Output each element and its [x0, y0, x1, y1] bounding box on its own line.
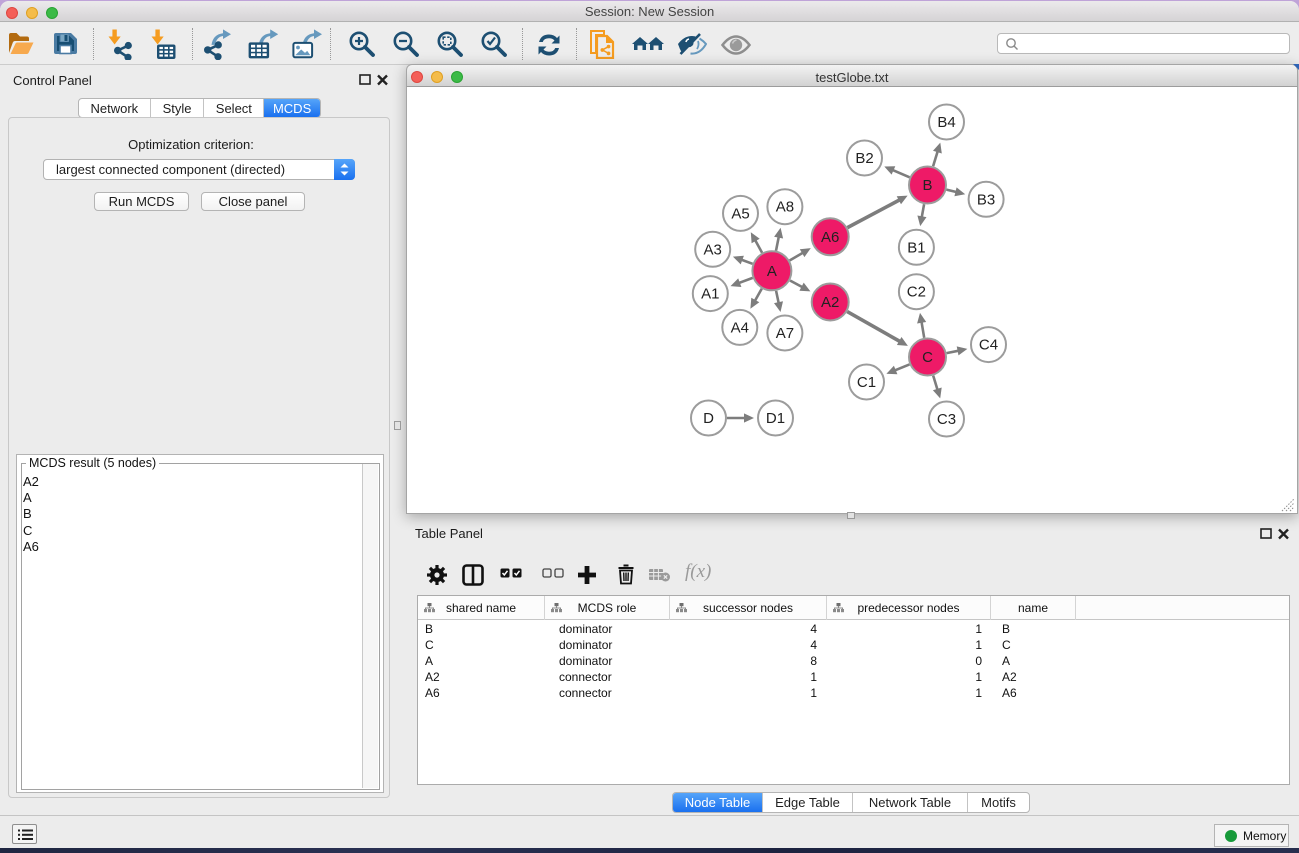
- svg-text:A4: A4: [731, 319, 749, 336]
- svg-text:C3: C3: [937, 411, 956, 428]
- svg-text:B3: B3: [977, 191, 995, 208]
- svg-text:B: B: [922, 177, 932, 194]
- svg-text:C: C: [922, 349, 933, 366]
- svg-text:B1: B1: [907, 239, 925, 256]
- svg-text:A8: A8: [776, 199, 794, 216]
- svg-text:D: D: [703, 410, 714, 427]
- svg-text:A2: A2: [821, 294, 839, 311]
- svg-text:D1: D1: [766, 410, 785, 427]
- svg-text:A: A: [767, 263, 777, 280]
- svg-text:A6: A6: [821, 229, 839, 246]
- svg-text:A5: A5: [731, 205, 749, 222]
- svg-text:C2: C2: [907, 284, 926, 301]
- svg-text:A1: A1: [701, 286, 719, 303]
- svg-text:A7: A7: [776, 325, 794, 342]
- svg-text:C1: C1: [857, 374, 876, 391]
- svg-text:A3: A3: [704, 241, 722, 258]
- svg-text:B4: B4: [937, 114, 955, 131]
- svg-text:C4: C4: [979, 337, 998, 354]
- svg-text:B2: B2: [855, 150, 873, 167]
